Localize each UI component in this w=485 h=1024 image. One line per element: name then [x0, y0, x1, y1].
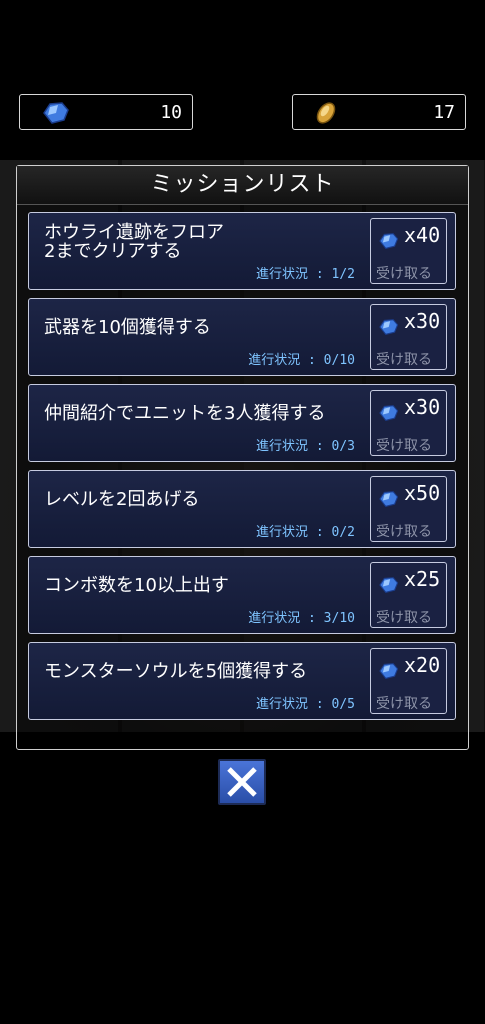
gem-count: 10 — [160, 102, 182, 123]
gem-counter: 10 — [19, 94, 193, 130]
receive-button[interactable]: 受け取る — [376, 349, 432, 369]
gold-coin-icon — [313, 101, 339, 129]
mission-title: コンボ数を10以上出す — [44, 575, 229, 596]
mission-title: レベルを2回あげる — [44, 489, 200, 510]
reward-box[interactable]: x20 受け取る — [370, 648, 447, 714]
mission-title: モンスターソウルを5個獲得する — [44, 661, 308, 682]
mission-item: 武器を10個獲得する 進行状況 : 0/10 x30 受け取る — [28, 298, 456, 376]
blue-gem-icon — [377, 318, 399, 340]
mission-item: コンボ数を10以上出す 進行状況 : 3/10 x25 受け取る — [28, 556, 456, 634]
panel-title: ミッションリスト — [17, 166, 468, 205]
reward-box[interactable]: x30 受け取る — [370, 304, 447, 370]
reward-box[interactable]: x50 受け取る — [370, 476, 447, 542]
receive-button[interactable]: 受け取る — [376, 263, 432, 283]
reward-amount: x30 — [404, 395, 441, 419]
reward-box[interactable]: x30 受け取る — [370, 390, 447, 456]
receive-button[interactable]: 受け取る — [376, 521, 432, 541]
mission-progress: 進行状況 : 0/10 — [248, 353, 355, 368]
coin-count: 17 — [433, 102, 455, 123]
blue-gem-icon — [377, 232, 399, 254]
mission-item: 仲間紹介でユニットを3人獲得する 進行状況 : 0/3 x30 受け取る — [28, 384, 456, 462]
reward-amount: x30 — [404, 309, 441, 333]
mission-title: 武器を10個獲得する — [44, 317, 211, 338]
reward-box[interactable]: x25 受け取る — [370, 562, 447, 628]
reward-amount: x25 — [404, 567, 441, 591]
receive-button[interactable]: 受け取る — [376, 435, 432, 455]
blue-gem-icon — [377, 490, 399, 512]
blue-gem-icon — [377, 662, 399, 684]
reward-amount: x40 — [404, 223, 441, 247]
mission-item: ホウライ遺跡をフロア 2までクリアする 進行状況 : 1/2 x40 受け取る — [28, 212, 456, 290]
mission-progress: 進行状況 : 3/10 — [248, 611, 355, 626]
mission-progress: 進行状況 : 0/5 — [256, 697, 355, 712]
blue-gem-icon — [377, 404, 399, 426]
mission-progress: 進行状況 : 1/2 — [256, 267, 355, 282]
close-icon — [227, 767, 257, 797]
mission-progress: 進行状況 : 0/2 — [256, 525, 355, 540]
reward-box[interactable]: x40 受け取る — [370, 218, 447, 284]
mission-item: レベルを2回あげる 進行状況 : 0/2 x50 受け取る — [28, 470, 456, 548]
blue-gem-icon — [40, 101, 70, 129]
mission-title: 仲間紹介でユニットを3人獲得する — [44, 403, 326, 424]
mission-progress: 進行状況 : 0/3 — [256, 439, 355, 454]
reward-amount: x20 — [404, 653, 441, 677]
receive-button[interactable]: 受け取る — [376, 693, 432, 713]
mission-item: モンスターソウルを5個獲得する 進行状況 : 0/5 x20 受け取る — [28, 642, 456, 720]
reward-amount: x50 — [404, 481, 441, 505]
coin-counter: 17 — [292, 94, 466, 130]
mission-title: ホウライ遺跡をフロア 2までクリアする — [44, 222, 224, 262]
close-button[interactable] — [218, 759, 266, 805]
blue-gem-icon — [377, 576, 399, 598]
receive-button[interactable]: 受け取る — [376, 607, 432, 627]
